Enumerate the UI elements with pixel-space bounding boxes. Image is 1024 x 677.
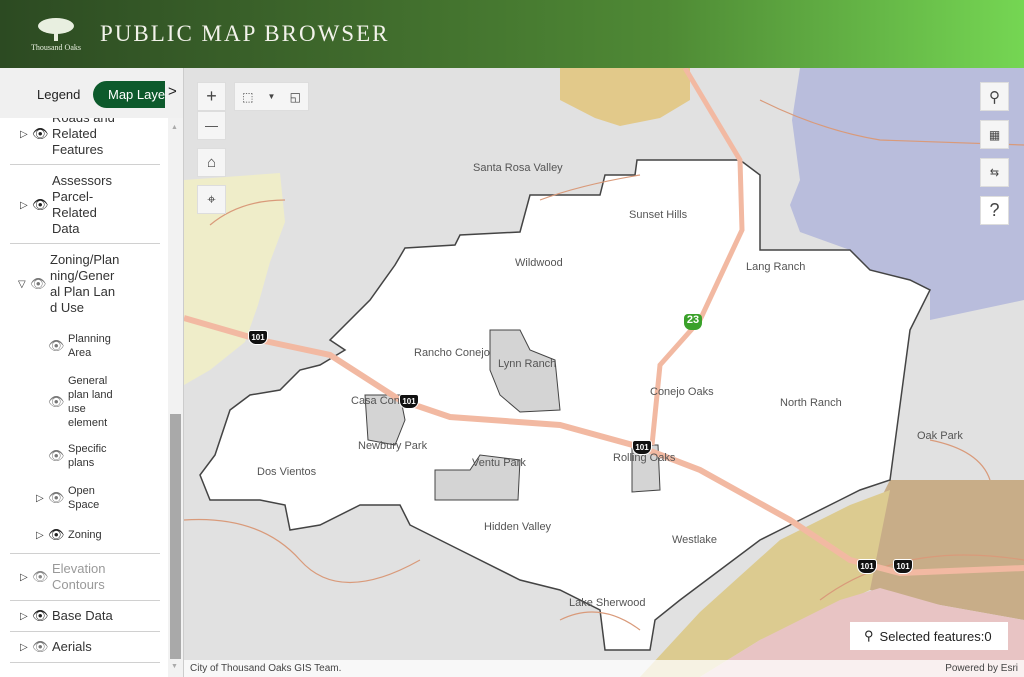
place-label: Wildwood: [515, 257, 563, 269]
tab-map-layers[interactable]: Map Layers: [93, 81, 165, 108]
layer-panel: Legend Map Layers > ▷👁Roads and Related …: [0, 68, 184, 677]
expand-icon[interactable]: ▷: [36, 493, 48, 504]
basemap-gallery-button[interactable]: ▦: [980, 120, 1009, 149]
expand-icon[interactable]: ▷: [20, 572, 32, 583]
layer-assessors[interactable]: ▷ 👁 Assessors Parcel-Related Data: [10, 165, 160, 244]
help-button[interactable]: ?: [980, 196, 1009, 225]
dropdown-caret-icon[interactable]: ▼: [268, 92, 276, 101]
selection-icon: ⚲: [864, 628, 874, 643]
eye-off-icon[interactable]: 👁: [48, 490, 68, 506]
us-101-shield: 101: [893, 559, 913, 574]
home-button[interactable]: ⌂: [197, 148, 226, 177]
measure-button[interactable]: ⇆: [980, 158, 1009, 187]
select-by-polygon-icon[interactable]: ◱: [290, 90, 301, 104]
place-label: Lynn Ranch: [498, 358, 557, 370]
eye-off-icon[interactable]: 👁: [32, 639, 52, 655]
select-by-rectangle-icon[interactable]: ⬚: [242, 90, 253, 104]
collapse-icon[interactable]: ▽: [18, 279, 30, 290]
eye-icon[interactable]: 👁: [32, 197, 52, 213]
layer-base-data[interactable]: ▷ 👁 Base Data: [10, 601, 160, 632]
place-label: Dos Vientos: [257, 466, 317, 478]
tan-area: [560, 68, 690, 126]
layer-elevation-contours[interactable]: ▷ 👁 Elevation Contours: [10, 554, 160, 601]
zoom-out-button[interactable]: —: [197, 111, 226, 140]
place-label: Rancho Conejo: [414, 347, 490, 359]
place-label: Conejo Oaks: [650, 386, 714, 398]
eye-icon[interactable]: 👁: [32, 126, 52, 142]
grid-icon: ▦: [988, 127, 1001, 142]
layer-list-scrollbar[interactable]: ▲ ▼: [168, 118, 183, 677]
crosshair-icon: ⌖: [207, 191, 216, 208]
scroll-up-arrow[interactable]: ▲: [171, 124, 178, 131]
place-label: Lang Ranch: [746, 261, 806, 273]
map-canvas: [184, 68, 1024, 677]
eye-icon[interactable]: 👁: [48, 527, 68, 543]
place-label: Ventu Park: [472, 457, 526, 469]
logo-text: Thousand Oaks: [31, 42, 81, 52]
expand-icon[interactable]: ▷: [20, 200, 32, 211]
expand-icon[interactable]: ▷: [20, 129, 32, 140]
eye-off-icon[interactable]: 👁: [48, 338, 68, 354]
eye-icon[interactable]: 👁: [32, 608, 52, 624]
eye-off-icon[interactable]: 👁: [48, 394, 68, 410]
layer-aerials[interactable]: ▷ 👁 Aerials: [10, 632, 160, 663]
expand-icon[interactable]: ▷: [20, 611, 32, 622]
eye-off-icon[interactable]: 👁: [32, 569, 52, 585]
selected-features-button[interactable]: ⚲ Selected features:0: [850, 622, 1008, 650]
us-101-shield: 101: [857, 559, 877, 574]
us-101-shield: 101: [248, 330, 268, 345]
place-label: Newbury Park: [358, 440, 428, 452]
attribution-text: City of Thousand Oaks GIS Team.: [190, 663, 342, 674]
zoom-in-button[interactable]: +: [197, 82, 226, 111]
home-icon: ⌂: [206, 154, 217, 171]
scroll-down-arrow[interactable]: ▼: [171, 663, 178, 670]
search-button[interactable]: ⚲: [980, 82, 1009, 111]
map-view[interactable]: Santa Rosa Valley Sunset Hills Wildwood …: [184, 68, 1024, 677]
eye-off-icon[interactable]: 👁: [48, 448, 68, 464]
eye-off-icon[interactable]: 👁: [30, 276, 50, 292]
place-label: Sunset Hills: [629, 209, 688, 221]
measure-icon: ⇆: [989, 167, 1000, 179]
layer-zoning-planning[interactable]: ▽ 👁 Zoning/Planning/General Plan Land Use …: [10, 244, 160, 554]
layer-list: ▷👁Roads and Related Features ▷👁Assessors…: [0, 118, 168, 668]
place-label: Lake Sherwood: [569, 597, 646, 609]
panel-tabs: Legend Map Layers >: [0, 68, 183, 118]
us-101-shield: 101: [632, 440, 652, 455]
powered-by-esri[interactable]: Powered by Esri: [945, 663, 1018, 674]
place-label: Westlake: [672, 534, 718, 546]
selected-features-count: Selected features:0: [879, 628, 992, 644]
locate-button[interactable]: ⌖: [197, 185, 226, 214]
tab-legend[interactable]: Legend: [37, 87, 80, 102]
expand-icon[interactable]: ▷: [20, 642, 32, 653]
city-logo[interactable]: Thousand Oaks: [26, 17, 86, 52]
search-icon: ⚲: [989, 88, 1000, 106]
tab-scroll-right-button[interactable]: >: [168, 83, 177, 100]
place-label: Santa Rosa Valley: [473, 162, 563, 174]
place-label: Hidden Valley: [484, 521, 552, 533]
app-header: Thousand Oaks PUBLIC MAP BROWSER: [0, 0, 1024, 68]
scrollbar-thumb[interactable]: [170, 414, 181, 659]
attribution-bar: City of Thousand Oaks GIS Team. Powered …: [184, 660, 1024, 677]
expand-icon[interactable]: ▷: [36, 530, 48, 541]
place-label: North Ranch: [780, 397, 842, 409]
place-label: Oak Park: [917, 430, 963, 442]
us-101-shield: 101: [399, 394, 419, 409]
app-title: PUBLIC MAP BROWSER: [100, 21, 390, 46]
oak-tree-icon: [38, 17, 74, 41]
select-toolbar: ⬚ ▼ ◱: [234, 82, 309, 111]
layer-roads[interactable]: ▷👁Roads and Related Features: [10, 118, 160, 165]
sr-23-shield: 23: [684, 314, 702, 330]
